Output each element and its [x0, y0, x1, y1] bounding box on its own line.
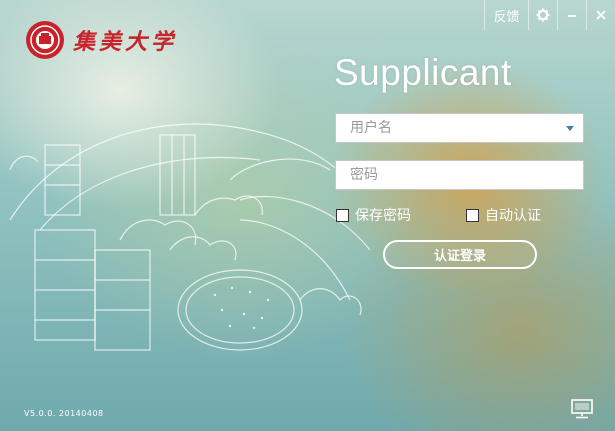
window-controls: 反馈 [484, 0, 615, 30]
version-label: V5.0.0. 20140408 [24, 409, 104, 418]
network-status-icon[interactable] [571, 399, 593, 419]
chevron-down-icon[interactable] [566, 126, 574, 131]
university-seal-icon [26, 21, 64, 59]
university-name: 集美大学 [73, 29, 178, 55]
login-window: 集美大学 反馈 Supplicant 用户名 保存密码 自动认证 认证登录 V5… [0, 0, 615, 431]
feedback-button[interactable]: 反馈 [484, 0, 528, 30]
gear-icon [536, 8, 550, 22]
username-combobox[interactable] [335, 113, 584, 143]
login-button[interactable]: 认证登录 [383, 240, 537, 269]
username-input[interactable] [336, 114, 583, 142]
password-field-box[interactable] [335, 160, 584, 190]
close-button[interactable] [586, 0, 615, 30]
minimize-button[interactable] [557, 0, 586, 30]
close-icon [596, 10, 606, 20]
university-logo: 集美大学 [25, 20, 177, 60]
save-password-label: 保存密码 [355, 208, 411, 224]
app-title: Supplicant [334, 52, 512, 93]
auto-auth-label: 自动认证 [485, 208, 541, 224]
settings-button[interactable] [528, 0, 557, 30]
auto-auth-checkbox[interactable]: 自动认证 [466, 205, 541, 225]
password-input[interactable] [336, 161, 583, 189]
minimize-icon [568, 15, 576, 17]
save-password-checkbox-box[interactable] [336, 208, 349, 222]
save-password-checkbox[interactable]: 保存密码 [336, 205, 411, 225]
campus-illustration [9, 123, 371, 351]
auto-auth-checkbox-box[interactable] [466, 208, 479, 222]
